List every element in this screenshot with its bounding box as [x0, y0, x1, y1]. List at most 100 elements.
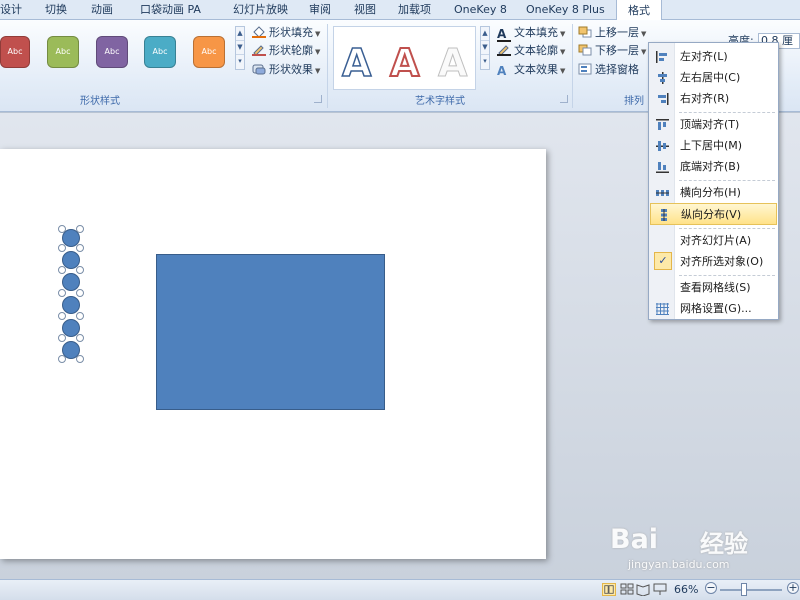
- shape-style-swatch[interactable]: Abc: [96, 36, 128, 68]
- tab-slideshow[interactable]: 幻灯片放映: [233, 0, 288, 20]
- tab-pocket-animation[interactable]: 口袋动画 PA: [140, 0, 201, 20]
- resize-handle[interactable]: [76, 355, 84, 363]
- gallery-more-icon[interactable]: ▾: [236, 55, 244, 69]
- menu-item-grid-settings[interactable]: 网格设置(G)...: [650, 298, 777, 320]
- dropdown-arrow-icon: ▼: [560, 30, 566, 38]
- dialog-launcher-icon[interactable]: [560, 95, 568, 103]
- text-fill-button[interactable]: A 文本填充 ▼: [497, 24, 565, 42]
- resize-handle[interactable]: [58, 225, 66, 233]
- align-top-icon: [656, 119, 669, 130]
- menu-item-align-center[interactable]: 左右居中(C): [650, 67, 777, 89]
- menu-item-align-top[interactable]: 顶端对齐(T): [650, 114, 777, 136]
- tab-format[interactable]: 格式: [616, 0, 662, 20]
- menu-item-distribute-horizontal[interactable]: 横向分布(H): [650, 182, 777, 204]
- bring-forward-button[interactable]: 上移一层 ▼: [578, 24, 646, 42]
- tab-design[interactable]: 设计: [0, 0, 22, 20]
- wordart-style-outline-blue[interactable]: A: [341, 40, 372, 86]
- slide-sorter-icon[interactable]: [620, 583, 634, 596]
- menu-item-align-left[interactable]: 左对齐(L): [650, 46, 777, 68]
- shape-effects-icon: [252, 64, 266, 75]
- shape-fill-label: 形状填充: [269, 26, 313, 39]
- wordart-style-light[interactable]: A: [437, 41, 467, 86]
- resize-handle[interactable]: [76, 289, 84, 297]
- shape-style-swatch[interactable]: Abc: [47, 36, 79, 68]
- resize-handle[interactable]: [58, 355, 66, 363]
- menu-item-label: 左对齐(L): [680, 50, 728, 63]
- dropdown-arrow-icon: ▼: [560, 67, 566, 75]
- tab-onekey8-plus[interactable]: OneKey 8 Plus: [526, 0, 605, 20]
- send-backward-icon: [578, 44, 592, 56]
- zoom-slider[interactable]: [720, 589, 782, 591]
- menu-item-align-right[interactable]: 右对齐(R): [650, 88, 777, 110]
- zoom-in-icon[interactable]: +: [787, 582, 799, 594]
- resize-handle[interactable]: [76, 225, 84, 233]
- circle-shape[interactable]: [62, 273, 80, 291]
- menu-item-label: 横向分布(H): [680, 186, 741, 199]
- bring-forward-icon: [578, 26, 592, 38]
- menu-item-align-middle[interactable]: 上下居中(M): [650, 135, 777, 157]
- selection-pane-button[interactable]: 选择窗格: [578, 61, 639, 79]
- shape-outline-button[interactable]: 形状轮廓 ▼: [252, 42, 320, 60]
- align-menu: 左对齐(L) 左右居中(C) 右对齐(R) 顶端对齐(T) 上下居中(M) 底端…: [648, 42, 779, 320]
- send-backward-button[interactable]: 下移一层 ▼: [578, 42, 646, 60]
- distribute-vertical-icon: [661, 209, 667, 221]
- dropdown-arrow-icon: ▼: [315, 48, 321, 56]
- resize-handle[interactable]: [58, 289, 66, 297]
- rectangle-shape[interactable]: [156, 254, 385, 410]
- shape-effects-button[interactable]: 形状效果 ▼: [252, 61, 320, 79]
- scroll-down-icon[interactable]: ▼: [481, 41, 489, 55]
- resize-handle[interactable]: [58, 266, 66, 274]
- dialog-launcher-icon[interactable]: [314, 95, 322, 103]
- dropdown-arrow-icon: ▼: [315, 67, 321, 75]
- tab-view[interactable]: 视图: [354, 0, 376, 20]
- gallery-scroll[interactable]: ▲ ▼ ▾: [480, 26, 490, 70]
- menu-item-align-bottom[interactable]: 底端对齐(B): [650, 156, 777, 178]
- resize-handle[interactable]: [76, 334, 84, 342]
- dropdown-arrow-icon: ▼: [315, 30, 321, 38]
- reading-view-icon[interactable]: [636, 583, 650, 596]
- group-separator: [572, 24, 573, 108]
- dropdown-arrow-icon: ▼: [641, 30, 647, 38]
- group-label-wordart-styles: 艺术字样式: [415, 96, 465, 107]
- tab-review[interactable]: 审阅: [309, 0, 331, 20]
- tab-onekey8[interactable]: OneKey 8: [454, 0, 507, 20]
- menu-item-label: 对齐所选对象(O): [680, 255, 764, 268]
- normal-view-icon[interactable]: [602, 583, 616, 596]
- scroll-up-icon[interactable]: ▲: [481, 27, 489, 41]
- tab-addins[interactable]: 加载项: [398, 0, 431, 20]
- wordart-style-outline-red[interactable]: A: [389, 40, 420, 86]
- zoom-out-icon[interactable]: −: [705, 582, 717, 594]
- resize-handle[interactable]: [58, 334, 66, 342]
- menu-item-view-gridlines[interactable]: 查看网格线(S): [650, 277, 777, 299]
- shape-style-swatch[interactable]: Abc: [0, 36, 30, 68]
- menu-item-label: 网格设置(G)...: [680, 302, 752, 315]
- shape-outline-label: 形状轮廓: [269, 44, 313, 57]
- shape-style-swatch[interactable]: Abc: [193, 36, 225, 68]
- zoom-level[interactable]: 66%: [674, 583, 698, 596]
- gallery-more-icon[interactable]: ▾: [481, 55, 489, 69]
- scroll-down-icon[interactable]: ▼: [236, 41, 244, 55]
- slideshow-icon[interactable]: [653, 583, 667, 596]
- text-outline-button[interactable]: 文本轮廓 ▼: [497, 42, 565, 60]
- resize-handle[interactable]: [76, 244, 84, 252]
- shape-style-swatch[interactable]: Abc: [144, 36, 176, 68]
- scroll-up-icon[interactable]: ▲: [236, 27, 244, 41]
- tab-transitions[interactable]: 切换: [45, 0, 67, 20]
- tab-animations[interactable]: 动画: [91, 0, 113, 20]
- text-effects-button[interactable]: A 文本效果 ▼: [497, 61, 565, 79]
- gallery-scroll[interactable]: ▲ ▼ ▾: [235, 26, 245, 70]
- align-bottom-icon: [656, 162, 669, 173]
- zoom-slider-thumb[interactable]: [741, 583, 747, 596]
- circle-shape[interactable]: [62, 296, 80, 314]
- resize-handle[interactable]: [76, 312, 84, 320]
- check-icon: ✓: [654, 252, 672, 270]
- resize-handle[interactable]: [58, 244, 66, 252]
- text-fill-icon: A: [497, 28, 511, 42]
- distribute-horizontal-icon: [656, 190, 669, 196]
- menu-item-align-selected-objects[interactable]: ✓ 对齐所选对象(O): [650, 251, 777, 273]
- resize-handle[interactable]: [58, 312, 66, 320]
- menu-item-align-to-slide[interactable]: 对齐幻灯片(A): [650, 230, 777, 252]
- shape-fill-button[interactable]: 形状填充 ▼: [252, 24, 320, 42]
- resize-handle[interactable]: [76, 266, 84, 274]
- menu-item-distribute-vertical[interactable]: 纵向分布(V): [650, 203, 777, 225]
